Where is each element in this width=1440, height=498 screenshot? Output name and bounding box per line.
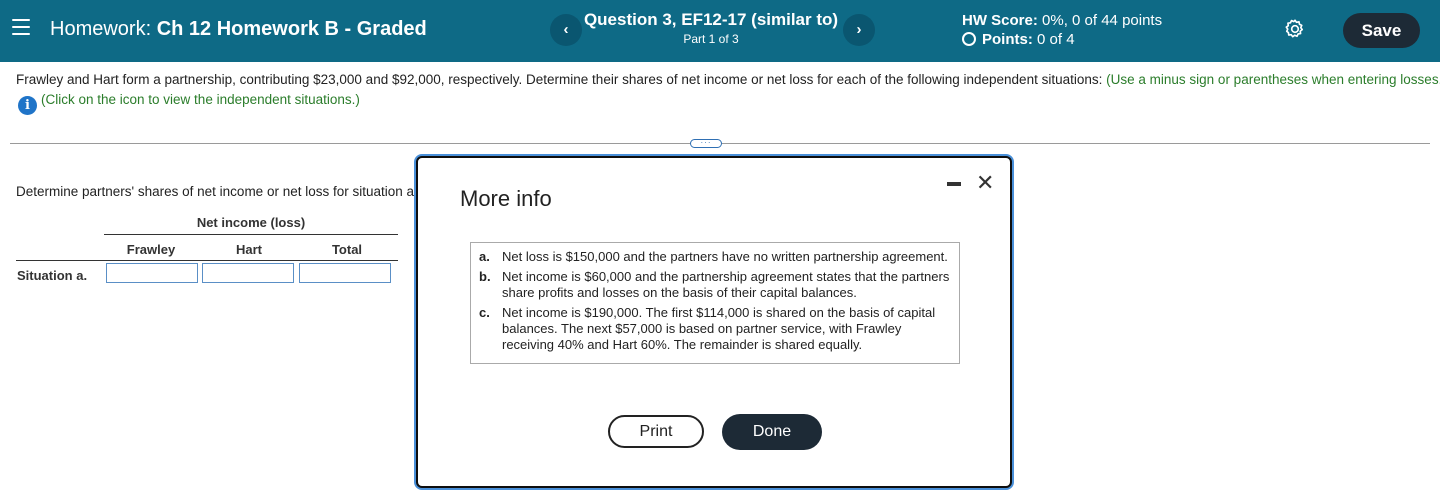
problem-hint: (Use a minus sign or parentheses when en… bbox=[1106, 72, 1440, 87]
top-bar: Homework: Ch 12 Homework B - Graded ‹ Qu… bbox=[0, 0, 1440, 62]
column-header-frawley: Frawley bbox=[126, 242, 176, 257]
done-button[interactable]: Done bbox=[722, 414, 822, 450]
info-icon[interactable]: i bbox=[18, 96, 37, 115]
points: Points: 0 of 4 bbox=[962, 31, 1075, 48]
table-group-header: Net income (loss) bbox=[196, 215, 306, 230]
print-button[interactable]: Print bbox=[608, 415, 704, 448]
problem-statement: Frawley and Hart form a partnership, con… bbox=[16, 72, 1440, 87]
more-info-dialog: More info ✕ a. Net loss is $150,000 and … bbox=[416, 156, 1012, 488]
column-header-hart: Hart bbox=[235, 242, 262, 257]
hw-score-label: HW Score: bbox=[962, 12, 1038, 29]
item-text: Net income is $60,000 and the partnershi… bbox=[502, 269, 950, 300]
row-label: Situation a. bbox=[17, 268, 88, 283]
item-text: Net income is $190,000. The first $114,0… bbox=[502, 305, 936, 352]
homework-prefix: Homework: bbox=[50, 18, 152, 40]
next-question-button[interactable]: › bbox=[843, 14, 875, 46]
instruction-text: Determine partners' shares of net income… bbox=[16, 184, 418, 199]
question-part: Part 1 of 3 bbox=[683, 32, 739, 46]
previous-question-button[interactable]: ‹ bbox=[550, 14, 582, 46]
item-letter: c. bbox=[479, 305, 490, 320]
list-item: b. Net income is $60,000 and the partner… bbox=[479, 269, 951, 301]
settings-gear-icon[interactable] bbox=[1284, 18, 1306, 40]
minimize-icon[interactable] bbox=[947, 182, 961, 186]
situations-box: a. Net loss is $150,000 and the partners… bbox=[470, 242, 960, 364]
table-rule bbox=[16, 260, 398, 261]
question-title: Question 3, EF12-17 (similar to) bbox=[583, 10, 839, 29]
save-button[interactable]: Save bbox=[1343, 13, 1420, 48]
dialog-title: More info bbox=[460, 186, 552, 211]
item-text: Net loss is $150,000 and the partners ha… bbox=[502, 249, 948, 264]
item-letter: b. bbox=[479, 269, 491, 284]
hart-input[interactable] bbox=[202, 263, 294, 283]
list-item: c. Net income is $190,000. The first $11… bbox=[479, 305, 951, 353]
menu-icon[interactable] bbox=[12, 19, 30, 35]
divider-handle[interactable]: ··· bbox=[690, 139, 722, 148]
homework-title: Homework: Ch 12 Homework B - Graded bbox=[50, 18, 427, 41]
close-icon[interactable]: ✕ bbox=[976, 172, 994, 194]
item-letter: a. bbox=[479, 249, 490, 264]
column-header-total: Total bbox=[331, 242, 363, 257]
hw-score: HW Score: 0%, 0 of 44 points bbox=[962, 12, 1162, 29]
list-item: a. Net loss is $150,000 and the partners… bbox=[479, 249, 951, 265]
info-link: (Click on the icon to view the independe… bbox=[41, 92, 360, 107]
info-line: i (Click on the icon to view the independ… bbox=[18, 92, 360, 115]
progress-ring-icon bbox=[962, 32, 976, 46]
total-input[interactable] bbox=[299, 263, 391, 283]
problem-text: Frawley and Hart form a partnership, con… bbox=[16, 72, 1103, 87]
frawley-input[interactable] bbox=[106, 263, 198, 283]
homework-name: Ch 12 Homework B - Graded bbox=[156, 18, 427, 40]
hw-score-value: 0%, 0 of 44 points bbox=[1042, 12, 1163, 29]
points-value: 0 of 4 bbox=[1037, 31, 1075, 48]
header-rule bbox=[104, 234, 398, 235]
points-label: Points: bbox=[982, 31, 1033, 48]
